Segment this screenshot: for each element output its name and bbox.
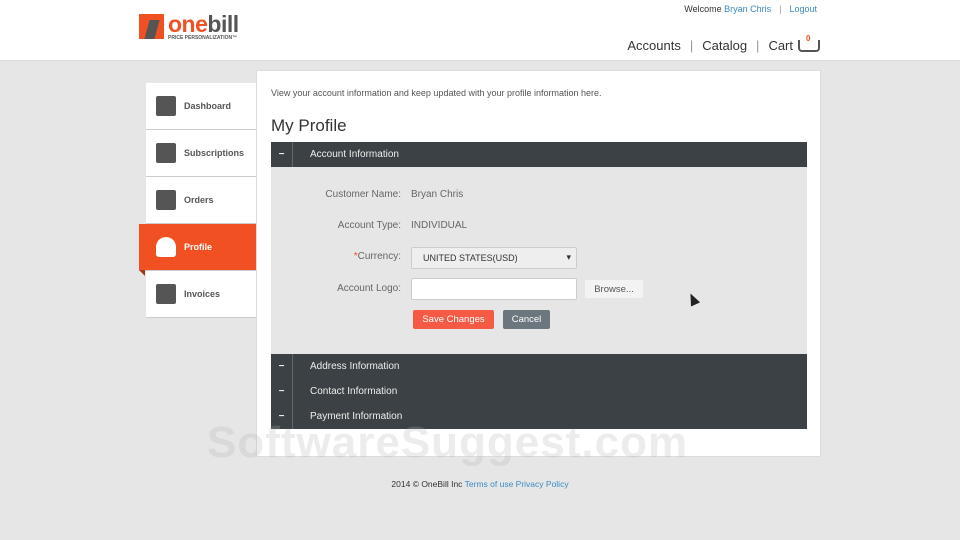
user-icon <box>156 237 176 257</box>
sidebar-item-invoices[interactable]: Invoices <box>146 271 256 318</box>
cancel-button[interactable]: Cancel <box>503 310 550 329</box>
edit-icon <box>156 143 176 163</box>
sidebar-item-label: Subscriptions <box>184 148 245 158</box>
collapse-icon[interactable]: − <box>271 379 293 404</box>
main-nav: Accounts | Catalog | Cart 0 <box>627 34 820 53</box>
logo-name-one: one <box>168 11 208 37</box>
sidebar-item-profile[interactable]: Profile <box>139 224 256 276</box>
privacy-link[interactable]: Privacy Policy <box>516 479 569 489</box>
sidebar-item-orders[interactable]: Orders <box>146 177 256 224</box>
nav-cart[interactable]: Cart <box>768 38 793 53</box>
sidebar-item-label: Invoices <box>184 289 221 299</box>
sidebar-item-label: Dashboard <box>184 101 232 111</box>
customer-name-label: Customer Name: <box>325 189 401 200</box>
user-bar: Welcome Bryan Chris | Logout <box>684 4 817 14</box>
nav-accounts[interactable]: Accounts <box>627 38 680 53</box>
nav-catalog[interactable]: Catalog <box>702 38 747 53</box>
intro-text: View your account information and keep u… <box>271 88 602 98</box>
collapse-icon[interactable]: − <box>271 142 293 167</box>
logo-tagline: PRICE PERSONALIZATION™ <box>168 35 238 41</box>
section-label: Address Information <box>310 361 400 372</box>
cart-count: 0 <box>806 33 811 43</box>
logo-mark-icon <box>139 14 164 39</box>
section-label: Contact Information <box>310 386 398 397</box>
sidebar-item-label: Profile <box>184 242 213 252</box>
header: onebill PRICE PERSONALIZATION™ Welcome B… <box>0 0 960 61</box>
currency-select[interactable]: UNITED STATES(USD) <box>411 247 577 269</box>
logout-link[interactable]: Logout <box>789 4 817 14</box>
account-information-body: Customer Name: Bryan Chris Account Type:… <box>271 167 807 354</box>
sidebar-item-dashboard[interactable]: Dashboard <box>146 83 256 130</box>
welcome-text: Welcome <box>684 4 722 14</box>
account-type-value: INDIVIDUAL <box>411 220 468 231</box>
copyright-text: 2014 © OneBill Inc <box>391 479 463 489</box>
account-logo-label: Account Logo: <box>337 283 401 294</box>
save-changes-button[interactable]: Save Changes <box>413 310 494 329</box>
sidebar: Dashboard Subscriptions Orders Profile I… <box>139 83 256 318</box>
account-type-label: Account Type: <box>337 220 401 231</box>
onebill-logo[interactable]: onebill PRICE PERSONALIZATION™ <box>139 11 239 41</box>
collapse-icon[interactable]: − <box>271 354 293 379</box>
footer: 2014 © OneBill Inc Terms of use Privacy … <box>0 479 960 489</box>
section-account-information[interactable]: − Account Information <box>271 142 807 167</box>
cart-icon[interactable]: 0 <box>798 34 820 52</box>
logo-name-bill: bill <box>207 11 239 37</box>
watermark: SoftwareSuggest.com <box>207 418 689 467</box>
section-contact-information[interactable]: − Contact Information <box>271 379 807 404</box>
user-link[interactable]: Bryan Chris <box>724 4 771 14</box>
profile-panel: View your account information and keep u… <box>256 70 821 457</box>
invoice-icon <box>156 284 176 304</box>
sidebar-item-label: Orders <box>184 195 214 205</box>
clipboard-icon <box>156 190 176 210</box>
customer-name-value: Bryan Chris <box>411 189 464 200</box>
page-title: My Profile <box>271 116 347 135</box>
account-logo-input[interactable] <box>411 278 577 300</box>
browse-button[interactable]: Browse... <box>585 280 643 298</box>
currency-label: Currency: <box>357 251 401 262</box>
section-address-information[interactable]: − Address Information <box>271 354 807 379</box>
terms-link[interactable]: Terms of use <box>465 479 514 489</box>
home-icon <box>156 96 176 116</box>
section-label: Account Information <box>310 149 399 160</box>
sidebar-item-subscriptions[interactable]: Subscriptions <box>146 130 256 177</box>
